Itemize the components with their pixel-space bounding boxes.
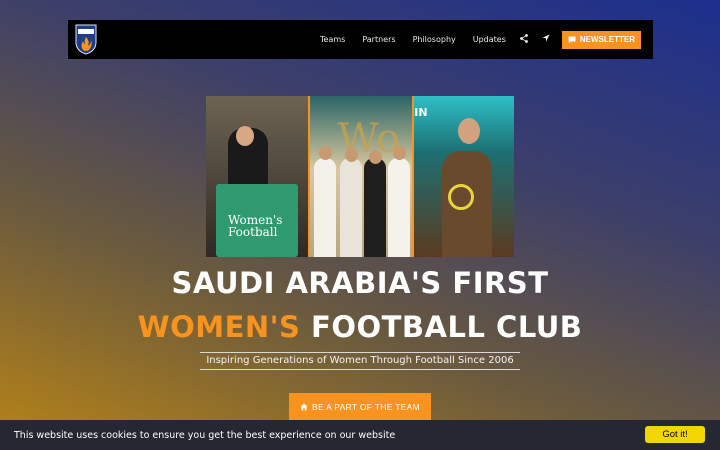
photo-panel-speaker: Women's Football	[206, 96, 308, 257]
award-winner-head	[458, 118, 481, 144]
group-head	[318, 146, 332, 160]
group-head	[344, 148, 358, 162]
group-figure	[363, 158, 386, 257]
cookie-banner: This website uses cookies to ensure you …	[0, 420, 720, 450]
nav-links: Teams Partners Philosophy Updates NEWSLE…	[303, 20, 641, 59]
speaker-head	[236, 126, 254, 146]
top-navbar: Teams Partners Philosophy Updates NEWSLE…	[68, 20, 653, 59]
chat-bubble-icon	[568, 36, 576, 43]
hero-photo-collage: Women's Football Wo IN	[206, 96, 514, 257]
hero-title-accent: WOMEN'S	[137, 310, 301, 344]
cookie-accept-button[interactable]: Got it!	[645, 426, 705, 443]
photo-panel-award: IN	[414, 96, 514, 257]
hero-title-line2: WOMEN'S FOOTBALL CLUB	[0, 310, 720, 344]
group-figure	[339, 158, 362, 257]
nav-link-updates[interactable]: Updates	[473, 35, 506, 44]
hero-title-line1: SAUDI ARABIA'S FIRST	[171, 266, 549, 300]
hero-tagline: Inspiring Generations of Women Through F…	[200, 352, 520, 370]
group-head	[368, 150, 382, 164]
nav-link-philosophy[interactable]: Philosophy	[413, 35, 456, 44]
group-figure	[313, 158, 336, 257]
hero-title-rest: FOOTBALL CLUB	[300, 310, 583, 344]
photo-panel-group: Wo	[309, 96, 413, 257]
nav-link-teams[interactable]: Teams	[320, 35, 345, 44]
location-arrow-icon[interactable]	[542, 34, 550, 45]
newsletter-label: NEWSLETTER	[579, 35, 635, 44]
group-figure	[387, 158, 410, 257]
group-head	[392, 146, 406, 160]
nav-link-partners[interactable]: Partners	[362, 35, 395, 44]
cookie-message: This website uses cookies to ensure you …	[14, 429, 396, 441]
newsletter-button[interactable]: NEWSLETTER	[561, 30, 641, 49]
share-icon[interactable]	[519, 33, 528, 46]
home-icon	[300, 403, 308, 410]
join-team-button[interactable]: BE A PART OF THE TEAM	[289, 393, 431, 420]
flames-crest-logo[interactable]	[75, 24, 97, 55]
join-team-label: BE A PART OF THE TEAM	[311, 401, 421, 412]
event-board-text: Women's Football	[228, 213, 283, 239]
award-sign-text: IN	[414, 106, 428, 119]
